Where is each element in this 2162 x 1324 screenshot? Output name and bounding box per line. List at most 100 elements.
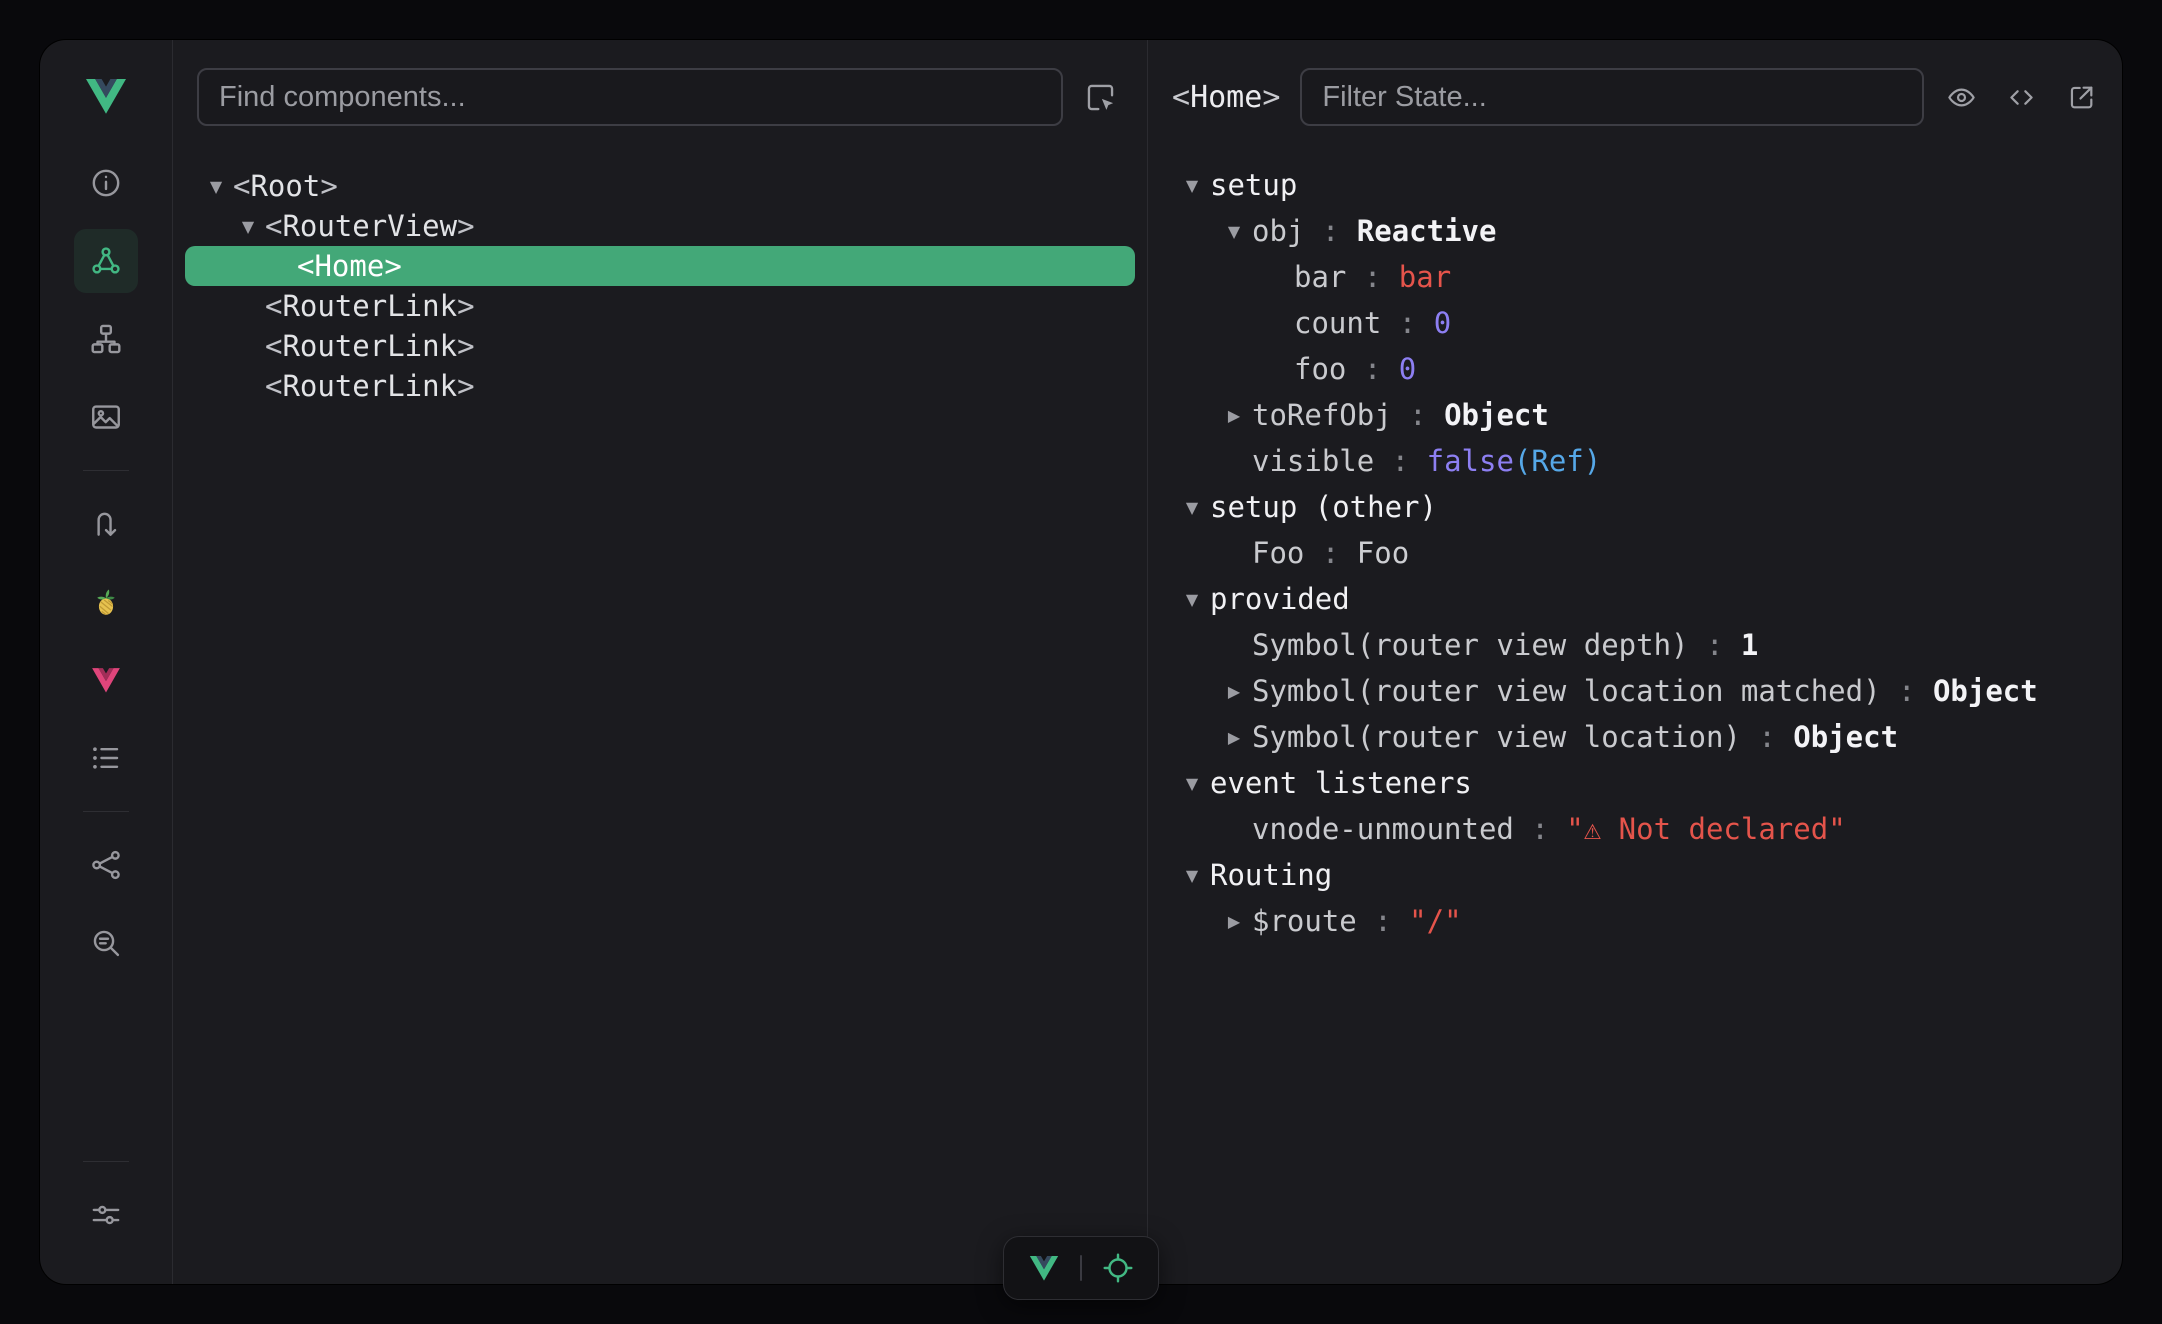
select-component-icon <box>1084 81 1117 114</box>
state-row-visible[interactable]: visible : false(Ref) <box>1148 438 2122 484</box>
state-key: Symbol(router view location) <box>1252 720 1741 754</box>
state-row-torefobj[interactable]: ▶toRefObj : Object <box>1148 392 2122 438</box>
state-value: 0 <box>1434 306 1451 340</box>
caret-down-icon[interactable]: ▼ <box>1174 774 1210 793</box>
key-value-separator: : <box>1381 306 1433 340</box>
state-panel: <Home> ▼setup▼obj : Reactivebar : barcou… <box>1148 40 2122 1284</box>
component-tag: <RouterLink> <box>265 369 475 403</box>
key-value-separator: : <box>1392 398 1444 432</box>
vue-devtools-button[interactable] <box>1022 1246 1066 1290</box>
component-tag: <Root> <box>233 169 338 203</box>
vue-logo-icon <box>82 72 130 120</box>
state-row-foo[interactable]: foo : 0 <box>1148 346 2122 392</box>
key-value-separator: : <box>1357 904 1409 938</box>
state-row-foo[interactable]: Foo : Foo <box>1148 530 2122 576</box>
inspect-element-button[interactable] <box>1096 1246 1140 1290</box>
target-icon <box>1101 1251 1135 1285</box>
tree-node-home[interactable]: <Home> <box>185 246 1135 286</box>
state-filter-input[interactable] <box>1300 68 1924 126</box>
sidebar-item-graph[interactable] <box>74 833 138 897</box>
caret-down-icon[interactable]: ▼ <box>1174 176 1210 195</box>
sidebar-item-pinia[interactable] <box>74 570 138 634</box>
vue-router-icon <box>89 663 123 697</box>
key-value-separator: : <box>1304 214 1356 248</box>
state-row-symbol-router-view-depth[interactable]: Symbol(router view depth) : 1 <box>1148 622 2122 668</box>
pages-icon <box>89 322 123 356</box>
open-external-button[interactable] <box>2060 76 2102 118</box>
state-key: Foo <box>1252 536 1304 570</box>
caret-down-icon[interactable]: ▼ <box>1174 866 1210 885</box>
state-key: vnode-unmounted <box>1252 812 1514 846</box>
section-title: setup <box>1210 168 1297 202</box>
sidebar-item-info[interactable] <box>74 151 138 215</box>
sidebar-item-pages[interactable] <box>74 307 138 371</box>
select-component-button[interactable] <box>1073 70 1127 124</box>
inspector-eye-button[interactable] <box>1940 76 1982 118</box>
caret-right-icon[interactable]: ▶ <box>1216 682 1252 701</box>
caret-right-icon[interactable]: ▶ <box>1216 728 1252 747</box>
state-row-bar[interactable]: bar : bar <box>1148 254 2122 300</box>
state-key: bar <box>1294 260 1346 294</box>
state-row-obj[interactable]: ▼obj : Reactive <box>1148 208 2122 254</box>
components-header <box>173 40 1147 144</box>
caret-down-icon[interactable]: ▼ <box>1174 498 1210 517</box>
pinia-icon <box>89 585 123 619</box>
caret-down-icon[interactable]: ▼ <box>231 217 265 236</box>
state-value: "/" <box>1409 904 1461 938</box>
state-row-symbol-router-view-location-matched[interactable]: ▶Symbol(router view location matched) : … <box>1148 668 2122 714</box>
state-value: (Ref) <box>1514 444 1601 478</box>
sidebar-item-assets[interactable] <box>74 385 138 449</box>
state-section-provided[interactable]: ▼provided <box>1148 576 2122 622</box>
component-tree: ▼<Root>▼<RouterView><Home><RouterLink><R… <box>173 144 1147 1284</box>
component-tag: <RouterView> <box>265 209 475 243</box>
state-key: obj <box>1252 214 1304 248</box>
tree-node-routerlink[interactable]: <RouterLink> <box>173 366 1147 406</box>
state-section-setup[interactable]: ▼setup <box>1148 162 2122 208</box>
devtools-window: ▼<Root>▼<RouterView><Home><RouterLink><R… <box>40 40 2122 1284</box>
state-value: "⚠ Not declared" <box>1566 812 1845 846</box>
caret-down-icon[interactable]: ▼ <box>1174 590 1210 609</box>
sidebar-item-settings[interactable] <box>74 1183 138 1247</box>
sidebar-item-routes[interactable] <box>74 492 138 556</box>
tree-node-root[interactable]: ▼<Root> <box>173 166 1147 206</box>
tree-node-routerlink[interactable]: <RouterLink> <box>173 286 1147 326</box>
state-row-vnode-unmounted[interactable]: vnode-unmounted : "⚠ Not declared" <box>1148 806 2122 852</box>
caret-down-icon[interactable]: ▼ <box>1216 222 1252 241</box>
vue-logo-icon <box>1027 1251 1061 1285</box>
caret-right-icon[interactable]: ▶ <box>1216 912 1252 931</box>
sidebar-items <box>74 144 138 982</box>
key-value-separator: : <box>1304 536 1356 570</box>
tree-node-routerview[interactable]: ▼<RouterView> <box>173 206 1147 246</box>
state-section-event-listeners[interactable]: ▼event listeners <box>1148 760 2122 806</box>
state-section-setup-other[interactable]: ▼setup (other) <box>1148 484 2122 530</box>
open-external-icon <box>2066 82 2097 113</box>
code-button[interactable] <box>2000 76 2042 118</box>
state-section-routing[interactable]: ▼Routing <box>1148 852 2122 898</box>
routes-icon <box>89 507 123 541</box>
sidebar-item-timeline[interactable] <box>74 726 138 790</box>
caret-down-icon[interactable]: ▼ <box>199 177 233 196</box>
inspector-eye-icon <box>1946 82 1977 113</box>
state-header: <Home> <box>1148 40 2122 144</box>
key-value-separator: : <box>1514 812 1566 846</box>
state-row-count[interactable]: count : 0 <box>1148 300 2122 346</box>
sidebar <box>40 40 173 1284</box>
state-key: foo <box>1294 352 1346 386</box>
sidebar-item-inspect[interactable] <box>74 911 138 975</box>
sidebar-bottom <box>74 1147 138 1254</box>
caret-right-icon[interactable]: ▶ <box>1216 406 1252 425</box>
state-row-$route[interactable]: ▶$route : "/" <box>1148 898 2122 944</box>
sidebar-divider <box>83 1161 129 1162</box>
component-search-input[interactable] <box>197 68 1063 126</box>
toolbar-pill <box>1003 1236 1159 1300</box>
state-row-symbol-router-view-location[interactable]: ▶Symbol(router view location) : Object <box>1148 714 2122 760</box>
key-value-separator: : <box>1346 352 1398 386</box>
pill-separator <box>1080 1255 1082 1281</box>
key-value-separator: : <box>1689 628 1741 662</box>
sidebar-item-vue-router[interactable] <box>74 648 138 712</box>
tree-node-routerlink[interactable]: <RouterLink> <box>173 326 1147 366</box>
key-value-separator: : <box>1374 444 1426 478</box>
sidebar-item-components[interactable] <box>74 229 138 293</box>
key-value-separator: : <box>1346 260 1398 294</box>
sidebar-bottom-items <box>74 1176 138 1254</box>
